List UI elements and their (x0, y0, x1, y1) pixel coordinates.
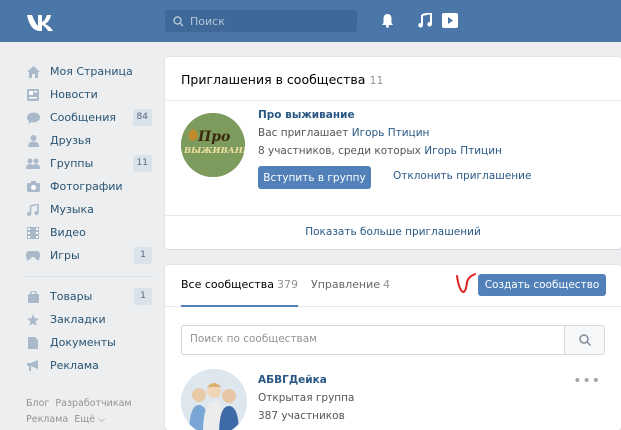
show-more-invitations-link[interactable]: Показать больше приглашений (165, 216, 621, 248)
decline-invitation-link[interactable]: Отклонить приглашение (393, 170, 531, 182)
communities-card: Все сообщества 379 Управление 4 Создать со… (165, 265, 621, 430)
invitation-item: Про ВЫЖИВАНИЕ Про выживание Вас приглаша… (165, 101, 621, 216)
groups-count-badge: 11 (132, 155, 152, 172)
messages-count-badge: 84 (132, 109, 152, 126)
join-group-button[interactable]: Вступить в группу (258, 166, 371, 189)
news-icon (26, 88, 40, 102)
tab-label: Управление (311, 278, 381, 291)
left-navigation: Моя Страница Новости Сообщения 84 Друзья… (26, 60, 154, 377)
tab-count: 379 (276, 278, 298, 291)
search-icon (173, 15, 184, 26)
nav-item-video[interactable]: Видео (26, 221, 154, 244)
nav-item-groups[interactable]: Группы 11 (26, 152, 154, 175)
nav-item-label: Друзья (50, 134, 92, 147)
invitations-title: Приглашения в сообщества (181, 72, 366, 87)
nav-item-label: Сообщения (50, 111, 117, 124)
search-icon (578, 334, 591, 346)
nav-item-friends[interactable]: Друзья (26, 129, 154, 152)
nav-footer: Блог Разработчикам Реклама Ещё ⌵ (26, 396, 146, 428)
nav-item-label: Закладки (50, 313, 106, 326)
nav-item-ads[interactable]: Реклама (26, 354, 154, 377)
community-list-item: АБВГДейка Открытая группа 387 участников… (181, 369, 605, 430)
nav-item-label: Новости (50, 88, 98, 101)
nav-item-bookmarks[interactable]: Закладки (26, 308, 154, 331)
invitations-card: Приглашения в сообщества11 Про ВЫЖИВАНИЕ… (165, 57, 621, 249)
nav-item-label: Музыка (50, 203, 94, 216)
nav-item-photos[interactable]: Фотографии (26, 175, 154, 198)
play-icon[interactable] (442, 13, 458, 28)
nav-item-label: Моя Страница (50, 65, 133, 78)
nav-item-label: Группы (50, 157, 94, 170)
nav-item-music[interactable]: Музыка (26, 198, 154, 221)
goods-count-badge: 1 (134, 288, 152, 305)
footer-link-more[interactable]: Ещё ⌵ (74, 414, 105, 425)
members-prefix: 8 участников, среди которых (258, 145, 421, 157)
bell-icon[interactable] (381, 13, 394, 28)
community-type: Открытая группа (258, 392, 355, 404)
nav-separator (26, 276, 154, 277)
nav-item-label: Видео (50, 226, 86, 239)
music-icon[interactable] (418, 13, 432, 28)
footer-link-ads[interactable]: Реклама (26, 414, 68, 425)
footer-link-developers[interactable]: Разработчикам (55, 398, 131, 409)
invited-by-line: Вас приглашает Игорь Птицин (258, 127, 429, 139)
friends-icon (26, 134, 40, 148)
nav-item-my-page[interactable]: Моя Страница (26, 60, 154, 83)
video-icon (26, 226, 40, 240)
search-input[interactable] (190, 14, 340, 28)
nav-item-label: Реклама (50, 359, 99, 372)
communities-tabs: Все сообщества 379 Управление 4 Создать со… (165, 265, 621, 307)
community-search (181, 325, 605, 355)
games-icon (26, 249, 40, 263)
community-avatar[interactable] (181, 369, 247, 430)
tab-management[interactable]: Управление 4 (311, 265, 390, 307)
nav-item-games[interactable]: Игры 1 (26, 244, 154, 267)
nav-item-label: Игры (50, 249, 80, 262)
messages-icon (26, 111, 40, 125)
nav-item-documents[interactable]: Документы (26, 331, 154, 354)
vk-logo-icon[interactable] (26, 12, 58, 32)
tab-count: 4 (383, 278, 391, 291)
top-bar (0, 0, 621, 42)
nav-item-label: Фотографии (50, 180, 123, 193)
members-line: 8 участников, среди которых Игорь Птицин (258, 145, 502, 157)
community-members: 387 участников (258, 410, 345, 422)
star-icon (26, 313, 40, 327)
community-title[interactable]: АБВГДейка (258, 374, 327, 386)
search-bar[interactable] (165, 10, 357, 32)
red-annotation-mark (456, 273, 476, 294)
group-title[interactable]: Про выживание (258, 109, 355, 121)
tab-label: Все сообщества (181, 278, 274, 291)
community-search-button[interactable] (564, 326, 604, 354)
music-icon (26, 203, 40, 217)
nav-item-label: Документы (50, 336, 116, 349)
tab-all-communities[interactable]: Все сообщества 379 (181, 265, 298, 307)
invitations-count: 11 (369, 74, 384, 87)
groups-icon (26, 157, 40, 171)
invited-by-prefix: Вас приглашает (258, 127, 349, 139)
nav-item-label: Товары (50, 290, 93, 303)
nav-item-goods[interactable]: Товары 1 (26, 285, 154, 308)
group-avatar[interactable]: Про ВЫЖИВАНИЕ (181, 113, 245, 177)
invitations-header: Приглашения в сообщества 11 (165, 57, 621, 101)
inviter-link[interactable]: Игорь Птицин (352, 127, 430, 139)
svg-text:ВЫЖИВАНИЕ: ВЫЖИВАНИЕ (183, 146, 245, 156)
camera-icon (26, 180, 40, 194)
create-community-button[interactable]: Создать сообщество (478, 274, 606, 296)
document-icon (26, 336, 40, 350)
footer-link-blog[interactable]: Блог (26, 398, 49, 409)
svg-text:Про: Про (197, 129, 230, 145)
home-icon (26, 65, 40, 79)
nav-item-news[interactable]: Новости (26, 83, 154, 106)
nav-item-messages[interactable]: Сообщения 84 (26, 106, 154, 129)
games-count-badge: 1 (134, 247, 152, 264)
bag-icon (26, 290, 40, 304)
megaphone-icon (26, 359, 40, 373)
member-friend-link[interactable]: Игорь Птицин (424, 145, 502, 157)
community-search-input[interactable] (190, 333, 550, 345)
more-options-icon[interactable]: ••• (573, 373, 601, 389)
